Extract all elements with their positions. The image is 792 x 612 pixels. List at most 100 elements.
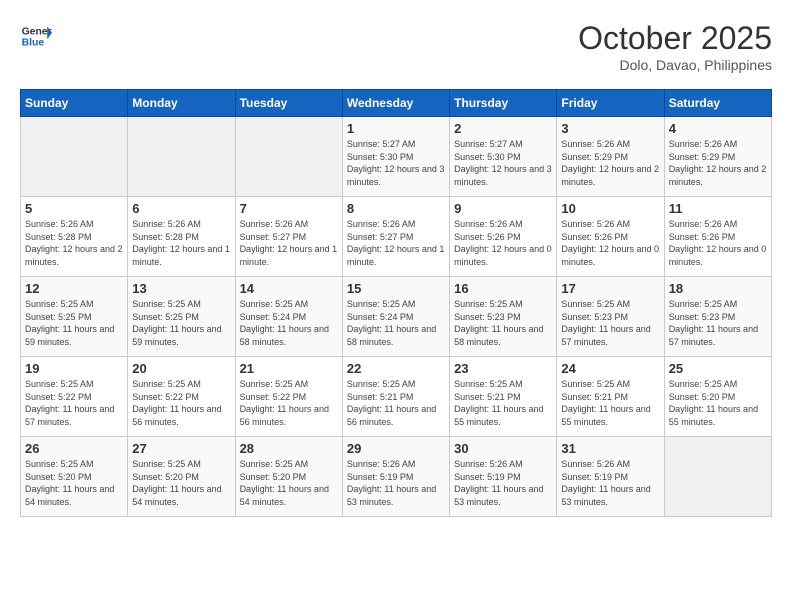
day-number: 6 <box>132 201 230 216</box>
day-number: 21 <box>240 361 338 376</box>
day-number: 11 <box>669 201 767 216</box>
calendar-cell: 11Sunrise: 5:26 AM Sunset: 5:26 PM Dayli… <box>664 197 771 277</box>
day-number: 5 <box>25 201 123 216</box>
day-number: 7 <box>240 201 338 216</box>
calendar-cell: 31 Sunrise: 5:26 AM Sunset: 5:19 PM Dayli… <box>557 437 664 517</box>
day-info: Sunrise: 5:26 AM Sunset: 5:26 PM Dayligh… <box>561 218 659 268</box>
day-info: Sunrise: 5:25 AM Sunset: 5:21 PM Dayligh… <box>561 378 659 428</box>
weekday-header-cell: Tuesday <box>235 90 342 117</box>
calendar-cell: 21 Sunrise: 5:25 AM Sunset: 5:22 PM Dayli… <box>235 357 342 437</box>
day-info: Sunrise: 5:25 AM Sunset: 5:25 PM Dayligh… <box>132 298 230 348</box>
day-info: Sunrise: 5:25 AM Sunset: 5:23 PM Dayligh… <box>454 298 552 348</box>
day-number: 8 <box>347 201 445 216</box>
logo-icon: General Blue <box>20 20 52 52</box>
calendar-cell: 16 Sunrise: 5:25 AM Sunset: 5:23 PM Dayli… <box>450 277 557 357</box>
day-info: Sunrise: 5:26 AM Sunset: 5:28 PM Dayligh… <box>25 218 123 268</box>
day-number: 22 <box>347 361 445 376</box>
day-number: 28 <box>240 441 338 456</box>
calendar-cell: 2 Sunrise: 5:27 AM Sunset: 5:30 PM Daylig… <box>450 117 557 197</box>
day-number: 4 <box>669 121 767 136</box>
day-info: Sunrise: 5:25 AM Sunset: 5:20 PM Dayligh… <box>132 458 230 508</box>
day-info: Sunrise: 5:26 AM Sunset: 5:19 PM Dayligh… <box>561 458 659 508</box>
calendar-body: 1Sunrise: 5:27 AM Sunset: 5:30 PM Daylig… <box>21 117 772 517</box>
calendar-cell: 18Sunrise: 5:25 AM Sunset: 5:23 PM Dayli… <box>664 277 771 357</box>
calendar-cell: 14 Sunrise: 5:25 AM Sunset: 5:24 PM Dayli… <box>235 277 342 357</box>
calendar-cell: 19Sunrise: 5:25 AM Sunset: 5:22 PM Dayli… <box>21 357 128 437</box>
day-number: 13 <box>132 281 230 296</box>
day-number: 20 <box>132 361 230 376</box>
calendar-week-row: 19Sunrise: 5:25 AM Sunset: 5:22 PM Dayli… <box>21 357 772 437</box>
weekday-header-cell: Thursday <box>450 90 557 117</box>
day-number: 31 <box>561 441 659 456</box>
calendar-cell: 6 Sunrise: 5:26 AM Sunset: 5:28 PM Daylig… <box>128 197 235 277</box>
day-info: Sunrise: 5:26 AM Sunset: 5:19 PM Dayligh… <box>347 458 445 508</box>
calendar-cell: 4 Sunrise: 5:26 AM Sunset: 5:29 PM Daylig… <box>664 117 771 197</box>
calendar-cell <box>235 117 342 197</box>
day-number: 10 <box>561 201 659 216</box>
day-number: 2 <box>454 121 552 136</box>
day-info: Sunrise: 5:26 AM Sunset: 5:26 PM Dayligh… <box>454 218 552 268</box>
day-number: 17 <box>561 281 659 296</box>
logo: General Blue <box>20 20 52 52</box>
day-number: 3 <box>561 121 659 136</box>
day-info: Sunrise: 5:26 AM Sunset: 5:29 PM Dayligh… <box>561 138 659 188</box>
day-number: 12 <box>25 281 123 296</box>
day-info: Sunrise: 5:26 AM Sunset: 5:27 PM Dayligh… <box>240 218 338 268</box>
calendar-cell: 22 Sunrise: 5:25 AM Sunset: 5:21 PM Dayli… <box>342 357 449 437</box>
calendar-cell <box>128 117 235 197</box>
calendar-cell: 5 Sunrise: 5:26 AM Sunset: 5:28 PM Daylig… <box>21 197 128 277</box>
calendar-cell: 17 Sunrise: 5:25 AM Sunset: 5:23 PM Dayli… <box>557 277 664 357</box>
calendar-cell: 26 Sunrise: 5:25 AM Sunset: 5:20 PM Dayli… <box>21 437 128 517</box>
day-info: Sunrise: 5:26 AM Sunset: 5:29 PM Dayligh… <box>669 138 767 188</box>
calendar-cell: 12 Sunrise: 5:25 AM Sunset: 5:25 PM Dayli… <box>21 277 128 357</box>
calendar-cell <box>21 117 128 197</box>
day-info: Sunrise: 5:25 AM Sunset: 5:23 PM Dayligh… <box>561 298 659 348</box>
calendar-table: SundayMondayTuesdayWednesdayThursdayFrid… <box>20 89 772 517</box>
day-info: Sunrise: 5:27 AM Sunset: 5:30 PM Dayligh… <box>454 138 552 188</box>
page-header: General Blue October 2025 Dolo, Davao, P… <box>20 20 772 73</box>
day-number: 26 <box>25 441 123 456</box>
day-info: Sunrise: 5:25 AM Sunset: 5:20 PM Dayligh… <box>25 458 123 508</box>
day-info: Sunrise: 5:26 AM Sunset: 5:27 PM Dayligh… <box>347 218 445 268</box>
calendar-cell: 3 Sunrise: 5:26 AM Sunset: 5:29 PM Daylig… <box>557 117 664 197</box>
weekday-header-cell: Saturday <box>664 90 771 117</box>
day-info: Sunrise: 5:25 AM Sunset: 5:22 PM Dayligh… <box>25 378 123 428</box>
day-number: 18 <box>669 281 767 296</box>
month-title: October 2025 <box>578 20 772 57</box>
calendar-cell: 13 Sunrise: 5:25 AM Sunset: 5:25 PM Dayli… <box>128 277 235 357</box>
calendar-cell: 28 Sunrise: 5:25 AM Sunset: 5:20 PM Dayli… <box>235 437 342 517</box>
day-number: 14 <box>240 281 338 296</box>
calendar-cell: 29 Sunrise: 5:26 AM Sunset: 5:19 PM Dayli… <box>342 437 449 517</box>
day-info: Sunrise: 5:25 AM Sunset: 5:22 PM Dayligh… <box>132 378 230 428</box>
day-info: Sunrise: 5:25 AM Sunset: 5:21 PM Dayligh… <box>347 378 445 428</box>
day-number: 15 <box>347 281 445 296</box>
day-number: 29 <box>347 441 445 456</box>
day-info: Sunrise: 5:26 AM Sunset: 5:28 PM Dayligh… <box>132 218 230 268</box>
svg-text:Blue: Blue <box>22 38 45 49</box>
calendar-cell: 9Sunrise: 5:26 AM Sunset: 5:26 PM Daylig… <box>450 197 557 277</box>
weekday-header-row: SundayMondayTuesdayWednesdayThursdayFrid… <box>21 90 772 117</box>
day-info: Sunrise: 5:27 AM Sunset: 5:30 PM Dayligh… <box>347 138 445 188</box>
day-info: Sunrise: 5:25 AM Sunset: 5:20 PM Dayligh… <box>240 458 338 508</box>
calendar-cell: 10 Sunrise: 5:26 AM Sunset: 5:26 PM Dayli… <box>557 197 664 277</box>
calendar-cell: 8 Sunrise: 5:26 AM Sunset: 5:27 PM Daylig… <box>342 197 449 277</box>
day-info: Sunrise: 5:26 AM Sunset: 5:19 PM Dayligh… <box>454 458 552 508</box>
calendar-cell: 15Sunrise: 5:25 AM Sunset: 5:24 PM Dayli… <box>342 277 449 357</box>
day-number: 30 <box>454 441 552 456</box>
day-number: 16 <box>454 281 552 296</box>
weekday-header-cell: Wednesday <box>342 90 449 117</box>
day-info: Sunrise: 5:25 AM Sunset: 5:25 PM Dayligh… <box>25 298 123 348</box>
calendar-cell: 30 Sunrise: 5:26 AM Sunset: 5:19 PM Dayli… <box>450 437 557 517</box>
day-number: 27 <box>132 441 230 456</box>
calendar-cell <box>664 437 771 517</box>
weekday-header-cell: Sunday <box>21 90 128 117</box>
day-info: Sunrise: 5:25 AM Sunset: 5:24 PM Dayligh… <box>240 298 338 348</box>
day-number: 24 <box>561 361 659 376</box>
day-number: 25 <box>669 361 767 376</box>
day-info: Sunrise: 5:25 AM Sunset: 5:22 PM Dayligh… <box>240 378 338 428</box>
calendar-week-row: 5 Sunrise: 5:26 AM Sunset: 5:28 PM Daylig… <box>21 197 772 277</box>
weekday-header-cell: Monday <box>128 90 235 117</box>
calendar-cell: 20 Sunrise: 5:25 AM Sunset: 5:22 PM Dayli… <box>128 357 235 437</box>
calendar-cell: 1Sunrise: 5:27 AM Sunset: 5:30 PM Daylig… <box>342 117 449 197</box>
weekday-header-cell: Friday <box>557 90 664 117</box>
